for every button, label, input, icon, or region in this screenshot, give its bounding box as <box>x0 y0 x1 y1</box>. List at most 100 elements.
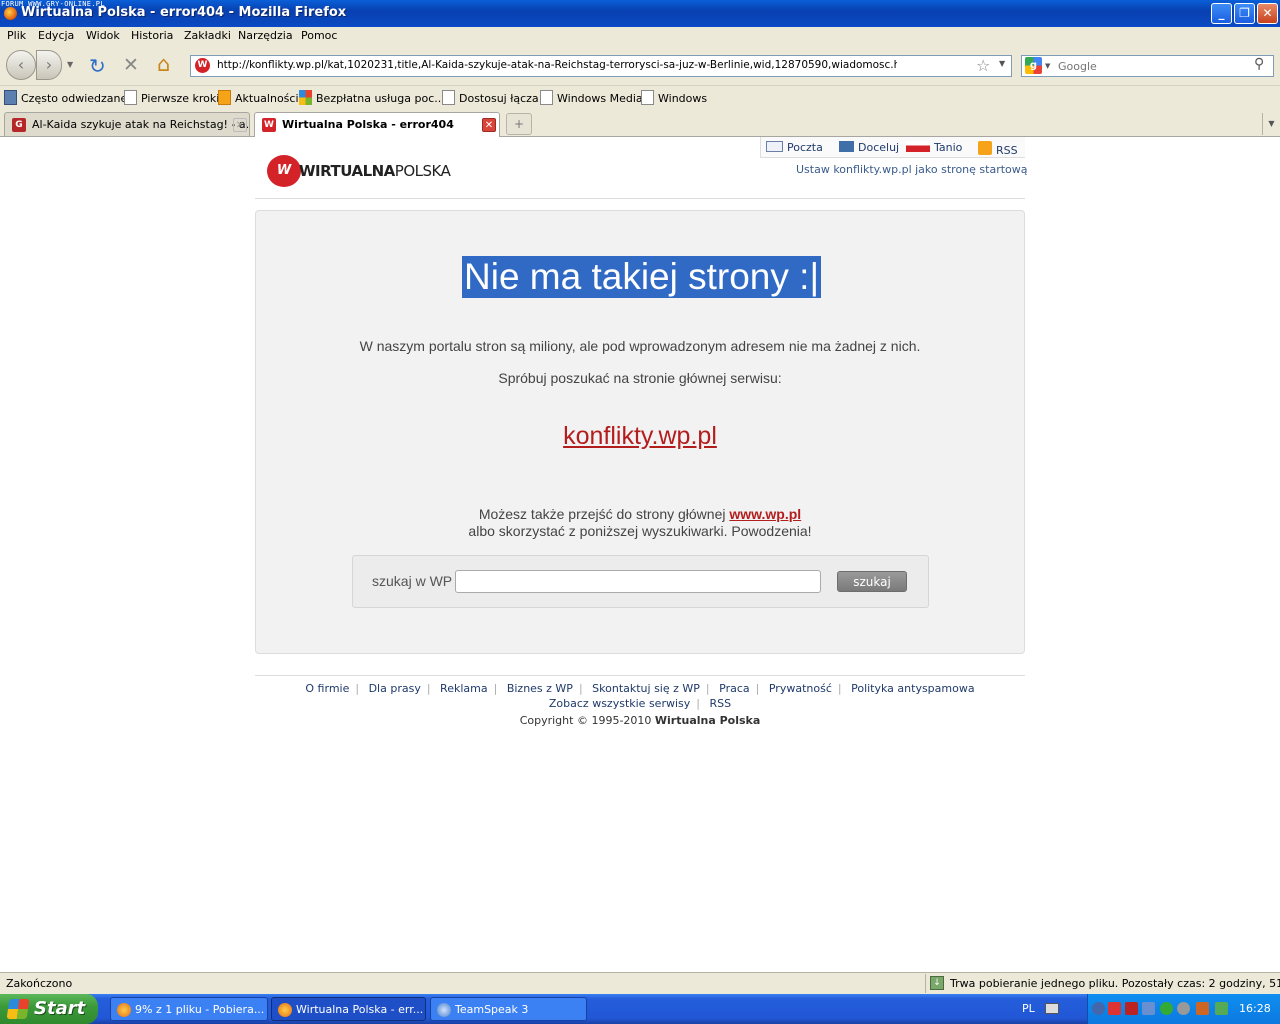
security-icon[interactable] <box>1108 1002 1121 1015</box>
update-icon[interactable] <box>1177 1002 1190 1015</box>
footer-link-praca[interactable]: Praca <box>719 682 750 695</box>
page-icon <box>540 90 553 105</box>
windows-flag-icon <box>6 999 30 1019</box>
wp-search-button[interactable]: szukaj <box>837 571 907 592</box>
task-download[interactable]: 9% z 1 pliku - Pobiera... <box>110 997 268 1021</box>
antivirus-icon[interactable] <box>1125 1002 1138 1015</box>
alternative-text: Możesz także przejść do strony głównej w… <box>478 506 802 522</box>
close-tab-icon[interactable]: ✕ <box>233 118 247 132</box>
copyright: Copyright © 1995-2010 Wirtualna Polska <box>519 714 761 727</box>
wp-search-input[interactable] <box>455 570 821 593</box>
tab-error404[interactable]: W Wirtualna Polska - error404 ✕ <box>254 112 500 137</box>
stop-icon[interactable]: ✕ <box>123 54 139 76</box>
language-indicator[interactable]: PL <box>1022 1002 1035 1015</box>
search-encouragement: albo skorzystać z poniższej wyszukiwarki… <box>468 523 812 539</box>
nvidia-icon[interactable] <box>1215 1002 1228 1015</box>
menu-widok[interactable]: Widok <box>86 29 120 42</box>
page-icon <box>124 90 137 105</box>
flag-icon <box>906 141 930 152</box>
search-hint: Spróbuj poszukać na stronie głównej serw… <box>498 370 782 386</box>
arrow-icon <box>839 141 854 152</box>
footer-link-biznes[interactable]: Biznes z WP <box>507 682 573 695</box>
windows-logo-icon <box>299 90 312 105</box>
bookmark-dostosuj-lacza[interactable]: Dostosuj łącza <box>442 90 539 105</box>
network-icon[interactable] <box>1092 1002 1105 1015</box>
list-tabs-icon[interactable]: ▼ <box>1262 113 1280 135</box>
menu-narzedzia[interactable]: Narzędzia <box>238 29 293 42</box>
menu-pomoc[interactable]: Pomoc <box>301 29 337 42</box>
minimize-button[interactable]: _ <box>1211 3 1232 24</box>
engine-dropdown-icon[interactable]: ▼ <box>1045 62 1050 70</box>
error-title: Nie ma takiej strony :| <box>462 256 822 298</box>
search-icon[interactable]: ⚲ <box>1254 56 1264 72</box>
volume-icon[interactable] <box>1196 1002 1209 1015</box>
task-teamspeak[interactable]: TeamSpeak 3 <box>430 997 587 1021</box>
mail-icon <box>766 141 783 152</box>
header-divider <box>255 198 1025 199</box>
wp-home-link[interactable]: www.wp.pl <box>729 506 801 522</box>
forward-button[interactable]: › <box>36 50 62 80</box>
wp-logo-text[interactable]: WIRTUALNAPOLSKA <box>299 162 451 180</box>
wp-logo-icon[interactable]: W <box>267 155 301 187</box>
back-button[interactable]: ‹ <box>6 50 36 80</box>
link-rss[interactable]: RSS <box>978 141 1018 157</box>
teamspeak-icon <box>437 1003 451 1017</box>
link-tanio[interactable]: Tanio <box>906 141 962 154</box>
set-homepage-link[interactable]: Ustaw konflikty.wp.pl jako stronę starto… <box>796 163 1028 176</box>
footer-links: O firmie | Dla prasy | Reklama | Biznes z W… <box>305 682 975 695</box>
footer-link-wszystkie-serwisy[interactable]: Zobacz wszystkie serwisy <box>549 697 690 710</box>
download-status-text[interactable]: Trwa pobieranie jednego pliku. Pozostały… <box>950 977 1280 990</box>
bookmark-windows[interactable]: Windows <box>641 90 707 105</box>
menu-edycja[interactable]: Edycja <box>38 29 74 42</box>
error-description: W naszym portalu stron są miliony, ale p… <box>359 338 921 354</box>
footer-link-prywatnosc[interactable]: Prywatność <box>769 682 832 695</box>
link-doceluj[interactable]: Doceluj <box>839 141 899 154</box>
footer-link-reklama[interactable]: Reklama <box>440 682 488 695</box>
firefox-icon <box>4 7 17 20</box>
rss-icon <box>218 90 231 105</box>
task-firefox[interactable]: Wirtualna Polska - err... <box>271 997 426 1021</box>
bookmark-bezplatna-usluga[interactable]: Bezpłatna usługa poc... <box>299 90 445 105</box>
footer-link-rss[interactable]: RSS <box>709 697 731 710</box>
status-icon[interactable] <box>1160 1002 1173 1015</box>
rss-icon <box>978 141 992 155</box>
service-home-link[interactable]: konflikty.wp.pl <box>255 422 1025 451</box>
search-input[interactable] <box>1058 58 1253 74</box>
wp-favicon-icon: W <box>262 118 276 132</box>
footer-link-dla-prasy[interactable]: Dla prasy <box>369 682 421 695</box>
tab-label: Al-Kaida szykuje atak na Reichstag! - a.… <box>32 118 250 131</box>
url-dropdown-icon[interactable]: ▼ <box>999 59 1005 68</box>
menu-historia[interactable]: Historia <box>131 29 173 42</box>
firefox-icon <box>278 1003 292 1017</box>
menu-plik[interactable]: Plik <box>7 29 26 42</box>
clock: 16:28 <box>1239 1002 1271 1015</box>
footer-link-o-firmie[interactable]: O firmie <box>305 682 349 695</box>
url-text[interactable]: http://konflikty.wp.pl/kat,1020231,title… <box>217 59 897 71</box>
bookmark-pierwsze-kroki[interactable]: Pierwsze kroki <box>124 90 219 105</box>
footer-link-kontakt[interactable]: Skontaktuj się z WP <box>592 682 700 695</box>
close-tab-icon[interactable]: ✕ <box>482 118 496 132</box>
site-favicon-icon: W <box>195 58 210 73</box>
link-poczta[interactable]: Poczta <box>766 141 823 154</box>
display-icon[interactable] <box>1142 1002 1155 1015</box>
close-window-button[interactable]: ✕ <box>1257 3 1278 24</box>
menu-zakladki[interactable]: Zakładki <box>184 29 231 42</box>
footer-divider <box>255 675 1025 676</box>
new-tab-button[interactable]: + <box>506 113 532 135</box>
bookmark-windows-media[interactable]: Windows Media <box>540 90 643 105</box>
keyboard-icon[interactable] <box>1045 1003 1059 1014</box>
bookmark-czesto-odwiedzane[interactable]: Często odwiedzane <box>4 90 127 105</box>
google-engine-icon[interactable]: g <box>1025 57 1042 74</box>
firefox-icon <box>117 1003 131 1017</box>
maximize-button[interactable]: ❐ <box>1234 3 1255 24</box>
tab-label: Wirtualna Polska - error404 <box>282 118 454 131</box>
page-icon <box>442 90 455 105</box>
download-icon[interactable]: ↓ <box>930 976 944 990</box>
tab-al-kaida[interactable]: G Al-Kaida szykuje atak na Reichstag! - … <box>4 112 250 136</box>
bookmark-star-icon[interactable]: ☆ <box>976 56 990 75</box>
history-dropdown-icon[interactable]: ▼ <box>67 60 73 69</box>
reload-icon[interactable]: ↻ <box>89 54 106 78</box>
home-icon[interactable]: ⌂ <box>157 52 170 76</box>
bookmark-aktualnosci[interactable]: Aktualności <box>218 90 299 105</box>
footer-link-antyspam[interactable]: Polityka antyspamowa <box>851 682 975 695</box>
